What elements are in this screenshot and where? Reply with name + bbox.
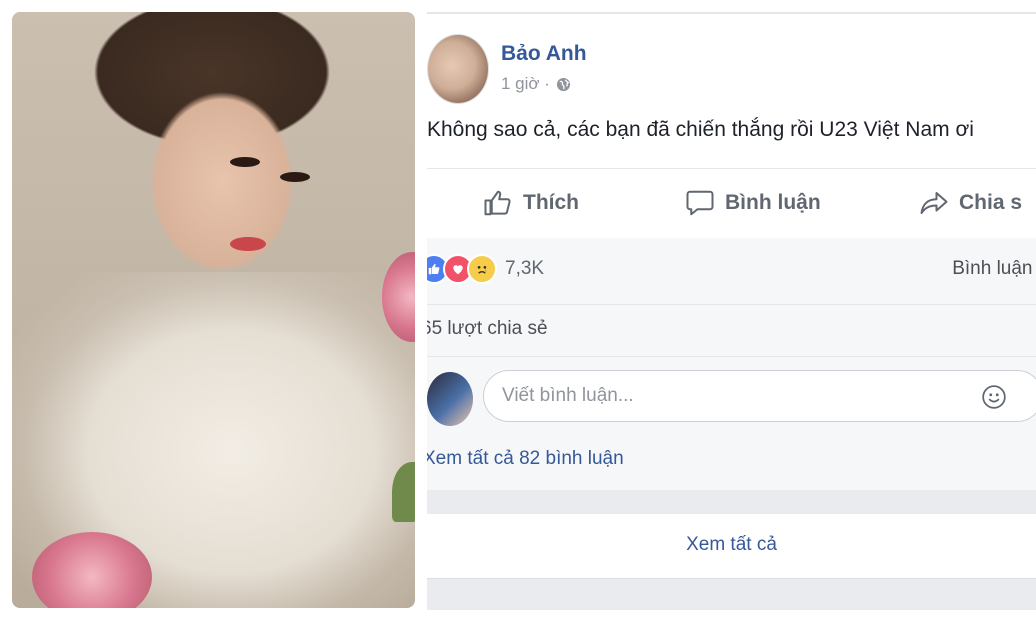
like-label: Thích <box>523 191 579 214</box>
action-bar: Thích Bình luận Chia s <box>427 174 1036 238</box>
comment-composer <box>427 368 1036 428</box>
eye <box>230 157 260 167</box>
post-time[interactable]: 1 giờ · <box>501 74 550 94</box>
profile-photo <box>12 12 415 608</box>
view-all-comments-link[interactable]: Xem tất cả 82 bình luận <box>427 448 624 470</box>
share-icon <box>920 192 948 214</box>
comment-input[interactable] <box>483 370 1036 422</box>
reaction-count: 7,3K <box>505 258 545 279</box>
separator <box>427 490 1036 514</box>
post-text: Không sao cả, các bạn đã chiến thắng rồi… <box>427 118 974 141</box>
post-header: Bảo Anh 1 giờ · <box>427 34 1036 106</box>
globe-icon <box>556 77 571 91</box>
post-meta: 1 giờ · <box>501 74 571 94</box>
share-label: Chia s <box>959 191 1023 214</box>
lips <box>230 237 266 251</box>
divider <box>427 304 1036 305</box>
like-button[interactable]: Thích <box>483 188 579 218</box>
sad-reaction-icon <box>467 254 497 284</box>
divider <box>427 168 1036 169</box>
see-all-box: Xem tất cả <box>427 514 1036 579</box>
thumbs-up-icon <box>484 190 511 216</box>
share-button[interactable]: Chia s <box>919 188 1022 218</box>
emoji-icon[interactable] <box>981 384 1007 410</box>
comment-button[interactable]: Bình luận <box>685 188 821 218</box>
comment-icon <box>686 190 714 216</box>
comment-label: Bình luận <box>725 191 821 214</box>
reactions-summary[interactable]: 7,3K <box>427 252 544 286</box>
shares-count[interactable]: 65 lượt chia sẻ <box>427 318 548 340</box>
author-name[interactable]: Bảo Anh <box>501 42 587 66</box>
viewer-avatar <box>427 372 473 426</box>
author-avatar[interactable] <box>427 34 489 104</box>
see-all-link[interactable]: Xem tất cả <box>427 534 1036 556</box>
facebook-post: Bảo Anh 1 giờ · Không sao cả, các bạn đã… <box>427 12 1036 610</box>
comments-count-link[interactable]: Bình luận l <box>952 258 1036 280</box>
divider <box>427 356 1036 357</box>
separator <box>427 579 1036 610</box>
eye <box>280 172 310 182</box>
